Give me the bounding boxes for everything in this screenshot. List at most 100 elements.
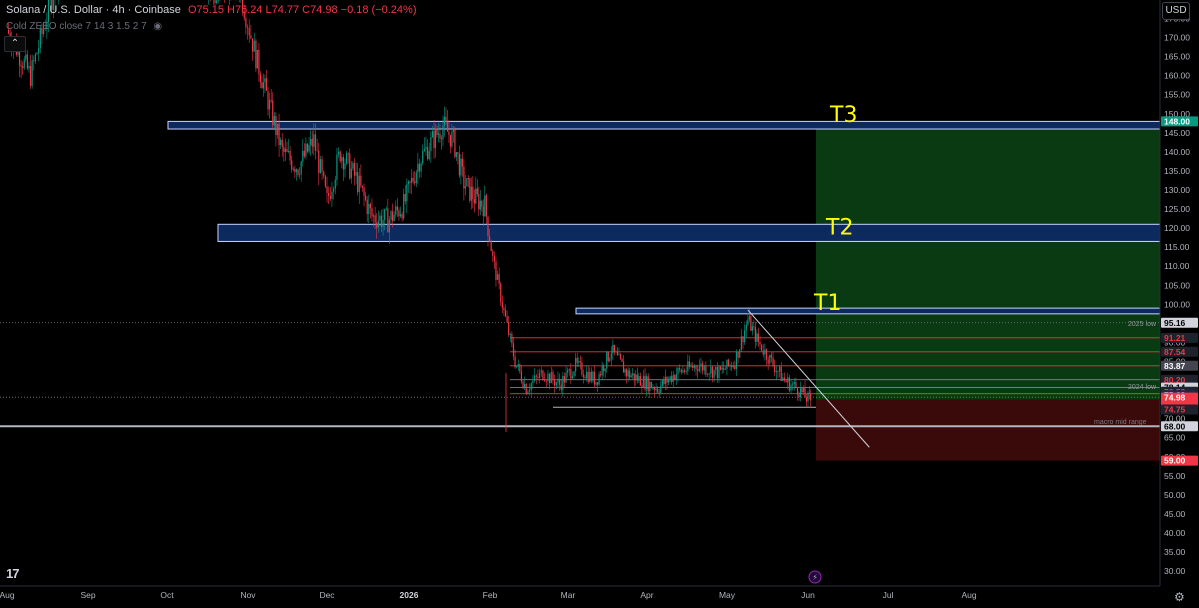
candle-body — [550, 372, 552, 384]
candle-body — [270, 99, 272, 101]
candle-body — [764, 349, 766, 355]
price-tick-label: 145.00 — [1164, 128, 1190, 138]
candle-body — [603, 366, 605, 372]
candle-body — [562, 375, 564, 390]
price-tag-label: 74.75 — [1164, 405, 1186, 415]
candle-body — [22, 66, 24, 69]
candle-body — [582, 374, 585, 378]
time-tick-label: Feb — [483, 590, 498, 600]
candle-body — [302, 150, 304, 162]
candle-body — [328, 193, 330, 196]
candle-body — [314, 134, 317, 151]
candle-body — [780, 366, 782, 381]
candle-body — [613, 344, 615, 352]
candle-body — [469, 178, 471, 201]
candle-body — [352, 162, 354, 169]
high-value: H75.24 — [227, 4, 263, 16]
currency-button[interactable]: USD — [1162, 2, 1190, 20]
candle-body — [661, 379, 663, 386]
candle-body — [360, 175, 362, 186]
candle-body — [476, 188, 478, 194]
label-2025-low: 2025 low — [1128, 321, 1157, 328]
label-2024-low: 2024 low — [1128, 384, 1157, 391]
candle-body — [716, 366, 718, 379]
candle-body — [745, 324, 747, 331]
candle-body — [514, 356, 516, 368]
candle-body — [680, 369, 682, 373]
candle-body — [571, 376, 574, 379]
candle-body — [595, 382, 597, 385]
candle-body — [793, 381, 795, 384]
candle-body — [618, 354, 620, 356]
candle-body — [576, 357, 578, 363]
price-tick-label: 170.00 — [1164, 33, 1190, 43]
candle-body — [403, 194, 405, 219]
candle-body — [264, 78, 266, 83]
candle-body — [36, 53, 38, 55]
candle-body — [639, 376, 641, 386]
symbol-title[interactable]: Solana / U.S. Dollar · 4h · Coinbase — [6, 4, 181, 16]
candle-body — [278, 123, 280, 145]
candle-body — [422, 150, 424, 164]
settings-icon[interactable]: ⚙ — [1174, 590, 1185, 604]
candle-body — [344, 163, 346, 170]
candle-body — [436, 128, 438, 135]
candle-body — [26, 54, 28, 69]
candle-body — [774, 365, 776, 373]
time-tick-label: Jun — [801, 590, 815, 600]
time-tick-label: 2026 — [400, 590, 419, 600]
price-tick-label: 165.00 — [1164, 52, 1190, 62]
candle-body — [485, 195, 487, 217]
flash-icon[interactable]: ⚡ — [808, 570, 822, 584]
time-tick-label: Dec — [319, 590, 335, 600]
time-axis[interactable]: Aug Sep Oct Nov Dec 2026 Feb Mar Apr May Jun Jul Aug — [0, 585, 1160, 600]
candle-body — [487, 216, 489, 237]
candle-body — [568, 369, 570, 371]
candle-body — [376, 222, 378, 228]
candle-body — [525, 384, 527, 395]
candle-body — [748, 316, 750, 320]
candle-body — [484, 195, 486, 217]
price-axis[interactable]: 175.00170.00165.00160.00155.00150.00145.… — [1159, 0, 1199, 608]
candle-body — [365, 195, 367, 200]
candle-body — [390, 211, 392, 220]
candle-body — [759, 341, 761, 345]
candle-body — [246, 27, 249, 29]
price-tick-label: 40.00 — [1164, 528, 1186, 538]
candle-body — [305, 143, 307, 157]
candle-body — [590, 371, 592, 381]
candle-body — [357, 172, 359, 193]
candle-body — [336, 154, 338, 180]
candle-body — [324, 175, 326, 187]
candle-body — [727, 359, 730, 366]
candle-body — [690, 366, 692, 367]
candle-body — [276, 123, 279, 136]
price-tag-label: 59.00 — [1164, 456, 1186, 466]
candle-body — [609, 358, 611, 361]
candle-body — [735, 351, 738, 370]
candle-body — [808, 392, 810, 395]
price-chart[interactable]: 2025 low 2024 low macro mid range T1 T2 … — [0, 0, 1199, 608]
candle-body — [554, 380, 556, 386]
candle-body — [449, 134, 452, 147]
candle-body — [742, 336, 744, 343]
candle-body — [503, 307, 505, 310]
candle-body — [433, 131, 435, 148]
candle-body — [787, 377, 789, 383]
candle-body — [664, 376, 667, 385]
eye-icon[interactable]: ◉ — [153, 21, 162, 32]
candle-body — [769, 354, 771, 364]
candle-body — [606, 352, 608, 369]
candle-body — [512, 343, 515, 357]
candle-body — [442, 125, 444, 140]
candle-body — [283, 146, 285, 152]
candle-body — [490, 241, 492, 252]
candle-body — [777, 371, 779, 372]
candle-body — [454, 129, 456, 157]
collapse-legend-button[interactable]: ⌃ — [4, 36, 26, 52]
candle-body — [756, 333, 758, 342]
indicator-legend[interactable]: Cold ZEEO close 7 14 3 1.5 2 7 ◉ — [6, 21, 162, 32]
price-tag-label: 95.16 — [1164, 318, 1186, 328]
candle-body — [31, 60, 33, 86]
candle-body — [685, 371, 687, 372]
